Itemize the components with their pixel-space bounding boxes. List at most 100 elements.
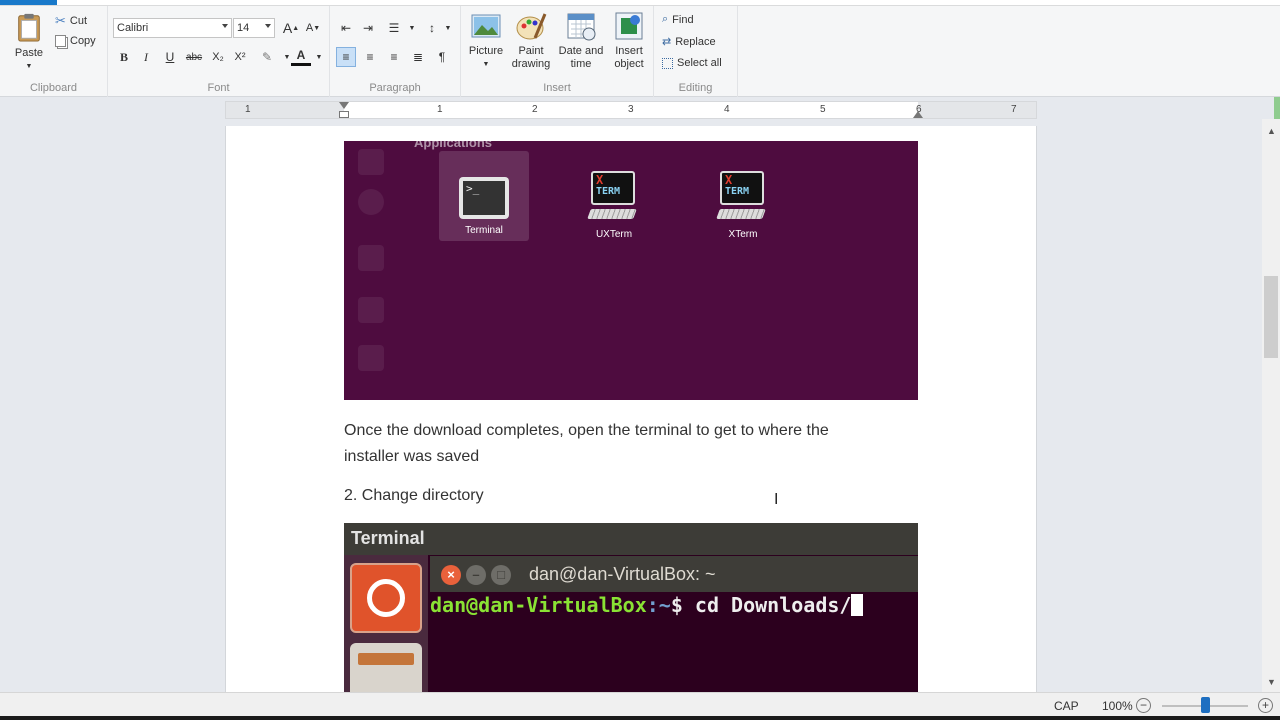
- applications-header: Applications: [414, 141, 493, 150]
- body-paragraph[interactable]: Once the download completes, open the te…: [344, 418, 829, 470]
- document-area[interactable]: Applications >_ Terminal X TERM UXTerm XT…: [0, 119, 1262, 692]
- step-heading[interactable]: 2. Change directory: [344, 483, 484, 509]
- bold-button[interactable]: B: [114, 47, 134, 67]
- terminal-command-line: dan@dan-VirtualBox:~$ cd Downloads/: [430, 593, 864, 617]
- terminal-window-title: dan@dan-VirtualBox: ~: [529, 564, 716, 584]
- copy-button[interactable]: Copy: [55, 35, 96, 47]
- left-indent-marker[interactable]: [339, 102, 349, 109]
- ruler-right-margin: [918, 102, 1036, 118]
- italic-button[interactable]: I: [136, 47, 156, 67]
- datetime-label-1: Date and: [558, 45, 604, 57]
- insert-group-label: Insert: [543, 82, 571, 94]
- ruler-number: 7: [1011, 104, 1017, 115]
- zoom-level: 100%: [1102, 699, 1133, 713]
- object-label-2: object: [614, 58, 644, 70]
- font-size-select[interactable]: 14: [233, 18, 275, 38]
- paragraph-line: installer was saved: [344, 448, 480, 465]
- scroll-up-icon[interactable]: ▲: [1267, 126, 1276, 136]
- zoom-out-icon[interactable]: −: [1136, 698, 1151, 713]
- strikethrough-button[interactable]: abc: [184, 47, 204, 67]
- clipboard-group-label: Clipboard: [29, 82, 78, 94]
- chevron-down-icon[interactable]: ▼: [438, 18, 458, 38]
- copy-label: Copy: [70, 35, 96, 47]
- ruler-number: 3: [628, 104, 634, 115]
- paint-label-1: Paint: [518, 45, 544, 57]
- paragraph-group: ⇤ ⇥ ☰ ▼ ↕ ▼ ≡ ≡ ≡ ≣ ¶ Paragraph: [330, 6, 461, 97]
- terminal-prompt-glyph: >_: [463, 181, 505, 215]
- align-right-icon[interactable]: ≡: [384, 47, 404, 67]
- ruler[interactable]: 1 1 2 3 4 5 6 7: [225, 101, 1037, 119]
- insert-object-button[interactable]: Insert object: [609, 10, 649, 71]
- shrink-font-icon[interactable]: A ▼: [303, 18, 323, 38]
- highlighter-icon[interactable]: ✎: [257, 47, 277, 67]
- prompt-path: :~: [646, 593, 671, 617]
- cut-button[interactable]: ✂ Cut: [55, 13, 87, 29]
- app-tile-xterm[interactable]: X TERM XTerm: [698, 151, 788, 241]
- grow-font-icon[interactable]: A ▲: [281, 18, 301, 38]
- scroll-down-icon[interactable]: ▼: [1267, 677, 1276, 687]
- picture-button[interactable]: Picture ▼: [466, 10, 506, 71]
- paste-dropdown-icon[interactable]: ▼: [26, 60, 33, 73]
- underline-button[interactable]: U: [160, 47, 180, 67]
- paste-button[interactable]: Paste ▼: [10, 10, 48, 73]
- copy-icon: [55, 35, 66, 47]
- find-button[interactable]: ⌕ Find: [662, 13, 694, 26]
- files-icon: [350, 643, 422, 692]
- chevron-down-icon[interactable]: ▼: [309, 47, 329, 67]
- select-all-button[interactable]: Select all: [662, 57, 722, 69]
- app-tile-terminal[interactable]: >_ Terminal: [439, 151, 529, 241]
- font-family-value: Calibri: [117, 22, 149, 34]
- text-cursor-icon: I: [774, 491, 779, 508]
- zoom-in-icon[interactable]: +: [1258, 698, 1273, 713]
- xterm-term-glyph: TERM: [725, 186, 750, 197]
- align-left-icon[interactable]: ≡: [336, 47, 356, 67]
- xterm-icon: X TERM: [587, 171, 639, 223]
- minimize-icon: –: [466, 565, 486, 585]
- replace-button[interactable]: ⇄ Replace: [662, 35, 716, 49]
- launcher-icon: [358, 345, 384, 371]
- ruler-number: 5: [820, 104, 826, 115]
- chevron-down-icon[interactable]: ▼: [402, 18, 422, 38]
- select-all-label: Select all: [677, 57, 722, 69]
- caps-lock-indicator: CAP: [1054, 699, 1079, 713]
- vertical-scrollbar[interactable]: ▲ ▼: [1262, 119, 1280, 692]
- launcher-icon: [358, 149, 384, 175]
- app-label: Terminal: [465, 225, 503, 236]
- paragraph-settings-icon[interactable]: ¶: [432, 47, 452, 67]
- paint-label-2: drawing: [511, 58, 551, 70]
- paragraph-line: Once the download completes, open the te…: [344, 422, 829, 439]
- ruler-number: 1: [437, 104, 443, 115]
- clipboard-icon: [18, 13, 40, 42]
- subscript-button[interactable]: X₂: [208, 47, 228, 67]
- app-tile-uxterm[interactable]: X TERM UXTerm: [569, 151, 659, 241]
- find-label: Find: [672, 13, 694, 26]
- font-family-select[interactable]: Calibri: [113, 18, 232, 38]
- applications-screenshot[interactable]: Applications >_ Terminal X TERM UXTerm XT…: [344, 141, 918, 400]
- file-tab[interactable]: [0, 0, 57, 5]
- terminal-screenshot[interactable]: Terminal × – □ dan@dan-VirtualBox: ~ dan…: [344, 523, 918, 692]
- ubuntu-logo-icon: [350, 563, 422, 633]
- maximize-icon: □: [491, 565, 511, 585]
- increase-indent-icon[interactable]: ⇥: [358, 18, 378, 38]
- right-indent-marker[interactable]: [913, 111, 923, 118]
- align-center-icon[interactable]: ≡: [360, 47, 380, 67]
- decrease-indent-icon[interactable]: ⇤: [336, 18, 356, 38]
- object-label-1: Insert: [615, 45, 643, 57]
- chevron-down-icon[interactable]: ▼: [483, 58, 490, 71]
- document-page[interactable]: Applications >_ Terminal X TERM UXTerm XT…: [225, 126, 1037, 692]
- taskbar-edge: [0, 716, 1280, 720]
- prompt-user: dan@dan-VirtualBox: [430, 593, 647, 617]
- terminal-icon: >_: [459, 177, 509, 219]
- picture-icon: [471, 14, 501, 38]
- superscript-button[interactable]: X²: [230, 47, 250, 67]
- scrollbar-thumb[interactable]: [1264, 276, 1278, 358]
- zoom-slider-thumb[interactable]: [1200, 697, 1210, 713]
- font-color-icon[interactable]: A: [291, 47, 311, 66]
- paint-drawing-button[interactable]: Paint drawing: [509, 10, 553, 71]
- ruler-left-margin: [226, 102, 344, 118]
- date-time-button[interactable]: Date and time: [555, 10, 607, 71]
- chevron-down-icon: [265, 24, 271, 28]
- bullets-icon[interactable]: ☰: [384, 18, 404, 38]
- hanging-indent-marker[interactable]: [339, 111, 349, 118]
- justify-icon[interactable]: ≣: [408, 47, 428, 67]
